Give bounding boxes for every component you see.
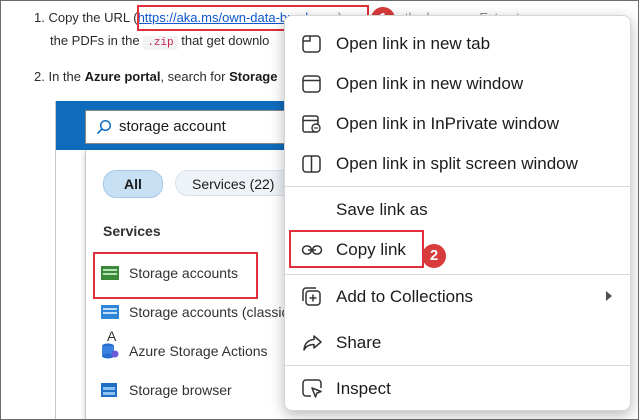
inspect-icon bbox=[302, 379, 322, 398]
step2-line: 2. In the Azure portal, search for Stora… bbox=[34, 68, 277, 86]
menu-label: Open link in new window bbox=[336, 74, 524, 93]
copy-link-highlight-box bbox=[289, 230, 424, 268]
step1-prefix: 1. Copy the URL ( bbox=[34, 10, 138, 25]
new-tab-icon bbox=[302, 35, 321, 53]
menu-label: Share bbox=[336, 333, 382, 352]
storage-browser-icon bbox=[101, 383, 117, 397]
search-value: storage account bbox=[119, 118, 226, 135]
services-section-label: Services bbox=[103, 223, 161, 239]
menu-separator bbox=[285, 365, 630, 366]
menu-label: Open link in new tab bbox=[336, 34, 491, 53]
submenu-chevron-icon bbox=[606, 291, 612, 301]
storage-accounts-highlight-box bbox=[93, 252, 258, 299]
menu-label: Inspect bbox=[336, 379, 391, 398]
partial-text: A bbox=[107, 328, 117, 344]
step1-line2: the PDFs in the .zip that get downlo bbox=[50, 32, 269, 52]
menu-item-add-to-collections[interactable]: Add to Collections bbox=[285, 277, 630, 317]
menu-separator bbox=[285, 186, 630, 187]
menu-item-open-new-tab[interactable]: Open link in new tab bbox=[285, 24, 630, 64]
browser-context-menu: Open link in new tab Open link in new wi… bbox=[284, 15, 631, 411]
share-icon bbox=[303, 335, 322, 351]
split-screen-icon bbox=[302, 155, 321, 173]
menu-label: Add to Collections bbox=[336, 287, 474, 306]
result-label: Storage accounts (classic bbox=[129, 304, 289, 320]
azure-search-input[interactable]: storage account bbox=[85, 110, 295, 144]
storage-bold: Storage bbox=[229, 69, 278, 84]
zip-code-snippet: .zip bbox=[143, 36, 178, 50]
storage-actions-icon bbox=[102, 343, 119, 359]
step2-prefix: 2. In the bbox=[34, 69, 85, 84]
inprivate-icon bbox=[302, 115, 321, 133]
search-icon bbox=[96, 119, 112, 135]
storage-accounts-classic-icon bbox=[101, 305, 119, 319]
menu-item-open-inprivate[interactable]: Open link in InPrivate window bbox=[285, 104, 630, 144]
step1-line2-tail: that get downlo bbox=[177, 33, 270, 48]
menu-label: Open link in InPrivate window bbox=[336, 114, 560, 133]
collections-icon bbox=[302, 287, 321, 306]
menu-item-open-new-window[interactable]: Open link in new window bbox=[285, 64, 630, 104]
menu-item-share[interactable]: Share bbox=[285, 323, 630, 363]
step-badge-2: 2 bbox=[422, 244, 446, 268]
step2-mid: , search for bbox=[160, 69, 230, 84]
result-label: Storage browser bbox=[129, 382, 232, 398]
result-label: Azure Storage Actions bbox=[129, 343, 268, 359]
menu-label: Save link as bbox=[336, 200, 428, 219]
menu-item-open-split-screen[interactable]: Open link in split screen window bbox=[285, 144, 630, 184]
menu-label: Open link in split screen window bbox=[336, 154, 578, 173]
azure-portal-bold: Azure portal bbox=[84, 69, 161, 84]
step1-line2-text: the PDFs in the bbox=[50, 33, 144, 48]
menu-item-save-link-as[interactable]: Save link as bbox=[285, 190, 630, 230]
filter-all-pill[interactable]: All bbox=[103, 170, 163, 198]
menu-item-inspect[interactable]: Inspect bbox=[285, 369, 630, 409]
new-window-icon bbox=[302, 75, 321, 93]
menu-separator bbox=[285, 274, 630, 275]
